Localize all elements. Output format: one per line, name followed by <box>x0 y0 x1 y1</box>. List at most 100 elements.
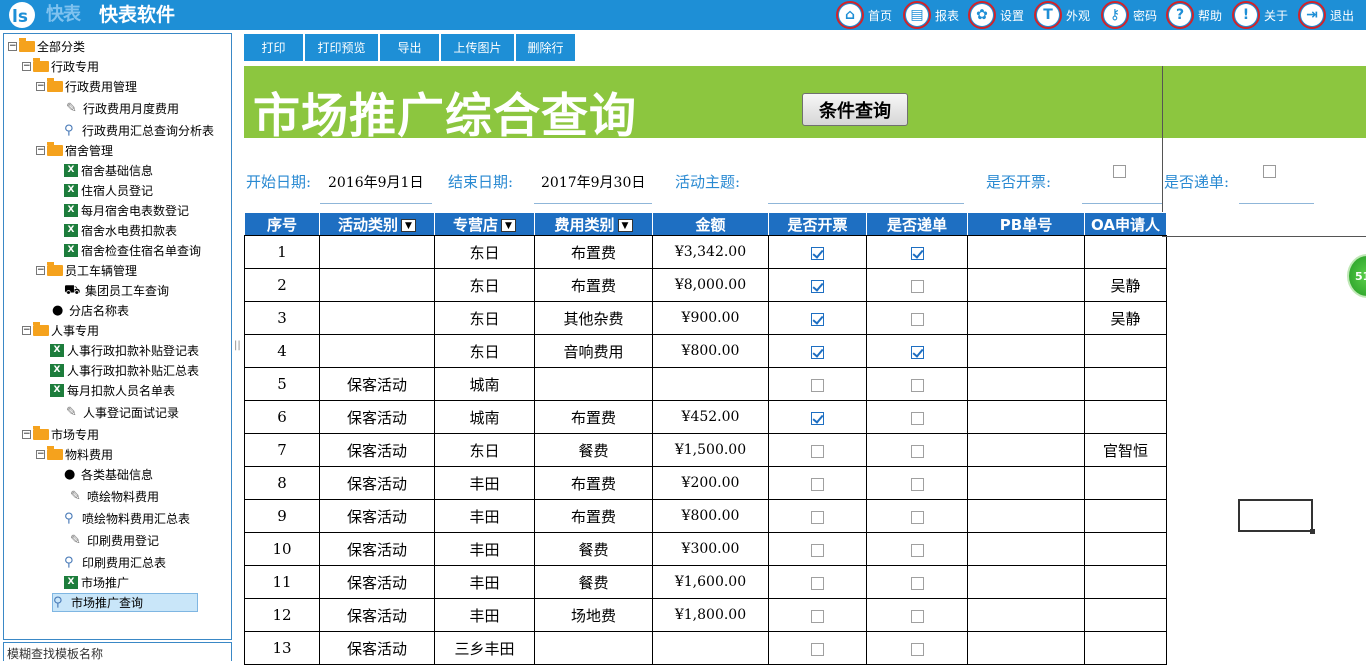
table-cell[interactable] <box>967 268 1085 302</box>
table-cell[interactable]: 8 <box>244 466 320 500</box>
table-cell[interactable]: 保客活动 <box>319 499 435 533</box>
table-cell[interactable]: 吴静 <box>1084 301 1167 335</box>
table-cell[interactable] <box>1084 400 1167 434</box>
unchecked-checkbox[interactable] <box>811 477 824 491</box>
submitted-filter-checkbox[interactable] <box>1263 165 1276 178</box>
tree-item[interactable]: ⛟ 集团员工车查询 <box>64 281 169 300</box>
filter-dropdown-icon[interactable]: ▼ <box>501 218 516 232</box>
column-header[interactable]: 费用类别 ▼ <box>534 212 653 236</box>
table-cell[interactable] <box>967 598 1085 632</box>
column-header[interactable]: 序号 <box>244 212 320 236</box>
table-cell[interactable]: 13 <box>244 631 320 665</box>
table-cell[interactable]: 其他杂费 <box>534 301 653 335</box>
invoiced-cell[interactable] <box>768 466 867 500</box>
invoiced-cell[interactable] <box>768 499 867 533</box>
table-cell[interactable]: ¥800.00 <box>652 334 769 368</box>
nav-info-button[interactable]: ! 关于 <box>1232 0 1288 30</box>
unchecked-checkbox[interactable] <box>910 543 924 557</box>
invoiced-cell[interactable] <box>768 400 867 434</box>
table-cell[interactable]: 城南 <box>434 367 535 401</box>
table-cell[interactable] <box>967 631 1085 665</box>
table-cell[interactable]: 音响费用 <box>534 334 653 368</box>
table-cell[interactable] <box>1084 532 1167 566</box>
toolbar-button[interactable]: 打印预览 <box>305 34 379 61</box>
table-cell[interactable]: 10 <box>244 532 320 566</box>
tree-item[interactable]: − 员工车辆管理 <box>36 261 137 280</box>
unchecked-checkbox[interactable] <box>811 609 824 623</box>
table-cell[interactable]: 城南 <box>434 400 535 434</box>
submitted-cell[interactable] <box>866 532 968 566</box>
checked-checkbox[interactable] <box>811 279 824 293</box>
table-cell[interactable] <box>1084 565 1167 599</box>
unchecked-checkbox[interactable] <box>910 378 924 392</box>
collapse-icon[interactable]: − <box>22 430 31 439</box>
tree-item[interactable]: − 人事专用 <box>22 321 99 340</box>
collapse-icon[interactable]: − <box>22 62 31 71</box>
table-cell[interactable]: 3 <box>244 301 320 335</box>
table-cell[interactable]: 4 <box>244 334 320 368</box>
table-cell[interactable] <box>967 532 1085 566</box>
submitted-cell[interactable] <box>866 631 968 665</box>
checked-checkbox[interactable] <box>811 411 824 425</box>
table-cell[interactable]: 餐费 <box>534 433 653 467</box>
table-cell[interactable]: 7 <box>244 433 320 467</box>
nav-help-button[interactable]: ? 帮助 <box>1166 0 1222 30</box>
unchecked-checkbox[interactable] <box>910 312 924 326</box>
table-cell[interactable]: 保客活动 <box>319 532 435 566</box>
condition-query-button[interactable]: 条件查询 <box>802 93 908 126</box>
tree-item[interactable]: ⚲ 喷绘物料费用汇总表 <box>64 509 190 528</box>
tree-item[interactable]: X 宿舍检查住宿名单查询 <box>64 241 201 260</box>
column-header[interactable]: OA申请人 <box>1084 212 1167 236</box>
submitted-cell[interactable] <box>866 466 968 500</box>
theme-input[interactable] <box>768 203 964 204</box>
tree-item[interactable]: − 行政费用管理 <box>36 77 137 96</box>
table-cell[interactable]: 5 <box>244 367 320 401</box>
table-cell[interactable] <box>967 565 1085 599</box>
table-cell[interactable]: 11 <box>244 565 320 599</box>
fill-handle[interactable] <box>1310 529 1315 534</box>
tree-item[interactable]: ● 各类基础信息 <box>64 465 153 484</box>
unchecked-checkbox[interactable] <box>910 411 924 425</box>
table-cell[interactable]: 12 <box>244 598 320 632</box>
invoiced-cell[interactable] <box>768 367 867 401</box>
invoiced-cell[interactable] <box>768 532 867 566</box>
nav-shirt-button[interactable]: T 外观 <box>1034 0 1090 30</box>
submitted-cell[interactable] <box>866 301 968 335</box>
table-cell[interactable] <box>319 268 435 302</box>
table-cell[interactable]: ¥452.00 <box>652 400 769 434</box>
tree-item[interactable]: ✎ 人事登记面试记录 <box>66 403 179 422</box>
submitted-cell[interactable] <box>866 433 968 467</box>
table-cell[interactable]: ¥1,500.00 <box>652 433 769 467</box>
table-cell[interactable]: 保客活动 <box>319 598 435 632</box>
submitted-cell[interactable] <box>866 400 968 434</box>
column-header[interactable]: 是否开票 <box>768 212 867 236</box>
tree-item[interactable]: X 每月扣款人员名单表 <box>50 381 175 400</box>
table-cell[interactable]: ¥800.00 <box>652 499 769 533</box>
table-cell[interactable]: 东日 <box>434 301 535 335</box>
invoiced-cell[interactable] <box>768 433 867 467</box>
collapse-icon[interactable]: − <box>36 146 45 155</box>
table-cell[interactable] <box>1084 598 1167 632</box>
unchecked-checkbox[interactable] <box>811 543 824 557</box>
invoiced-cell[interactable] <box>768 598 867 632</box>
tree-item[interactable]: X 宿舍水电费扣款表 <box>64 221 177 240</box>
table-cell[interactable]: 布置费 <box>534 466 653 500</box>
unchecked-checkbox[interactable] <box>910 444 924 458</box>
unchecked-checkbox[interactable] <box>811 378 824 392</box>
table-cell[interactable]: ¥1,600.00 <box>652 565 769 599</box>
table-cell[interactable] <box>319 334 435 368</box>
tree-item[interactable]: X 每月宿舍电表数登记 <box>64 201 189 220</box>
table-cell[interactable]: 保客活动 <box>319 631 435 665</box>
unchecked-checkbox[interactable] <box>910 477 924 491</box>
table-cell[interactable] <box>1084 499 1167 533</box>
unchecked-checkbox[interactable] <box>910 510 924 524</box>
submitted-cell[interactable] <box>866 235 968 269</box>
column-header[interactable]: PB单号 <box>967 212 1085 236</box>
table-cell[interactable] <box>967 301 1085 335</box>
submitted-cell[interactable] <box>866 598 968 632</box>
table-cell[interactable]: 餐费 <box>534 565 653 599</box>
nav-key-button[interactable]: ⚷ 密码 <box>1101 0 1157 30</box>
unchecked-checkbox[interactable] <box>811 510 824 524</box>
nav-report-button[interactable]: ▤ 报表 <box>903 0 959 30</box>
collapse-icon[interactable]: − <box>36 266 45 275</box>
